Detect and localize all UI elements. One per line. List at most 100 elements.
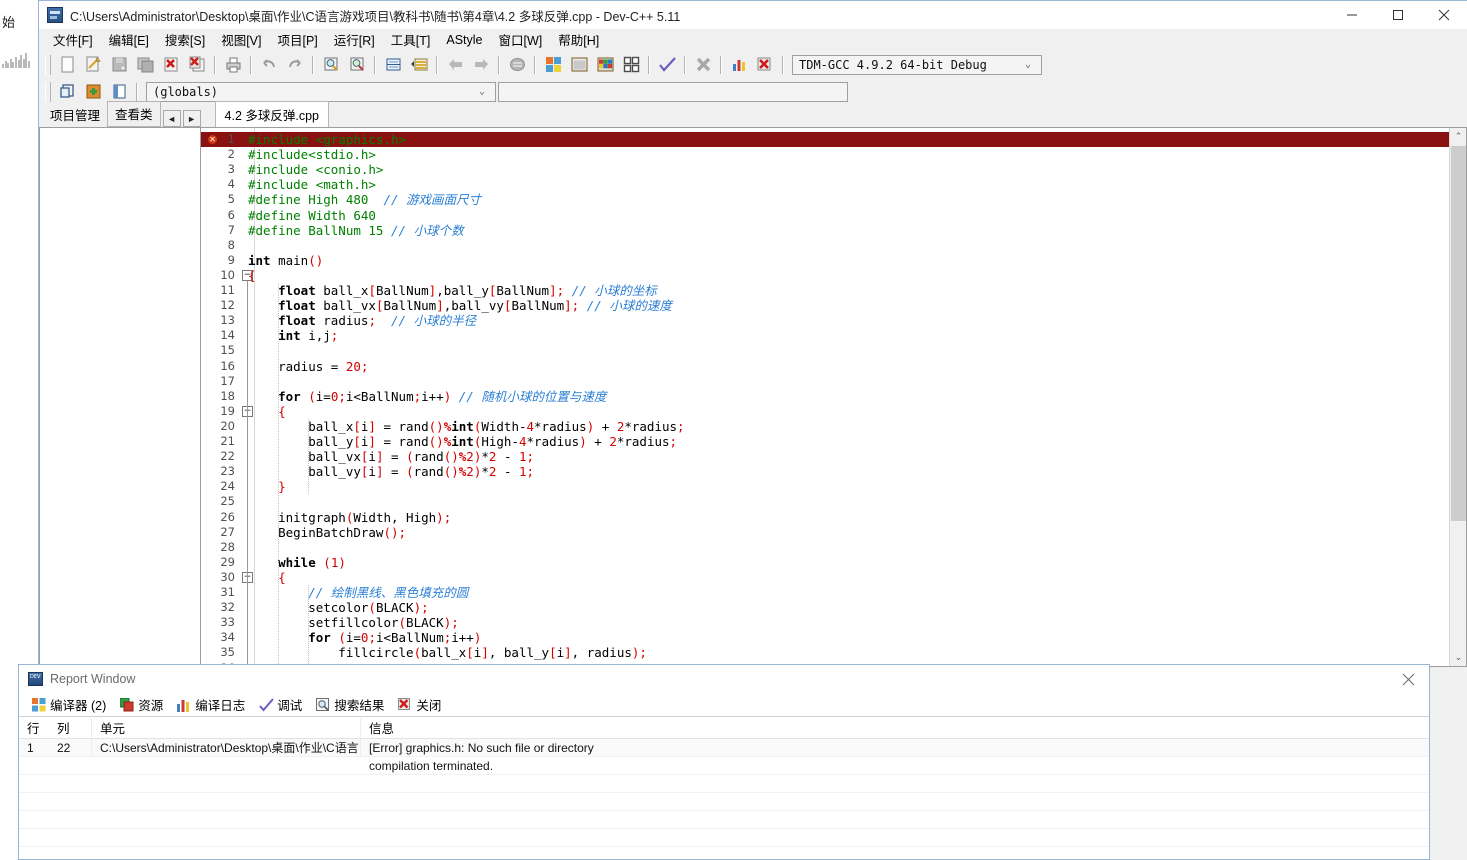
code-line[interactable]: 28 — [201, 540, 1449, 555]
toggle-bookmark-icon[interactable] — [505, 53, 529, 76]
editor-vertical-scrollbar[interactable]: ⌃ ⌄ — [1449, 128, 1466, 666]
code-line[interactable]: 32 setcolor(BLACK); — [201, 600, 1449, 615]
menu-item-6[interactable]: 工具[T] — [383, 28, 439, 51]
rebuild-icon[interactable] — [619, 53, 643, 76]
undo-icon[interactable] — [257, 53, 281, 76]
new-file-icon[interactable] — [55, 53, 79, 76]
report-tab-3[interactable]: 调试 — [252, 694, 309, 716]
find-replace-icon[interactable] — [345, 53, 369, 76]
minimize-button[interactable] — [1329, 1, 1375, 29]
code-line[interactable]: 20 ball_x[i] = rand()%int(Width-4*radius… — [201, 419, 1449, 434]
code-line[interactable]: 3 #include <conio.h> — [201, 162, 1449, 177]
code-line[interactable]: 16 radius = 20; — [201, 359, 1449, 374]
find-icon[interactable] — [319, 53, 343, 76]
open-file-icon[interactable] — [81, 53, 105, 76]
goto-function-icon[interactable] — [407, 53, 431, 76]
close-button[interactable] — [1421, 1, 1467, 29]
scope-select[interactable]: (globals) ⌄ — [146, 81, 496, 102]
menu-item-8[interactable]: 窗口[W] — [491, 28, 551, 51]
report-tab-5[interactable]: 关闭 — [391, 694, 448, 716]
report-tab-0[interactable]: 编译器 (2) — [25, 694, 113, 716]
code-line[interactable]: 25 — [201, 494, 1449, 509]
menu-item-3[interactable]: 视图[V] — [213, 28, 269, 51]
report-table-row[interactable]: 1 22 C:\Users\Administrator\Desktop\桌面\作业\… — [19, 739, 1429, 757]
code-line[interactable]: 21 ball_y[i] = rand()%int(High-4*radius)… — [201, 434, 1449, 449]
debug-icon[interactable] — [753, 53, 777, 76]
tab-class-browser[interactable]: 查看类 — [107, 101, 161, 127]
forward-icon[interactable] — [469, 53, 493, 76]
code-line[interactable]: 26 initgraph(Width, High); — [201, 510, 1449, 525]
menu-item-0[interactable]: 文件[F] — [45, 28, 101, 51]
code-line[interactable]: 35 fillcircle(ball_x[i], ball_y[i], radi… — [201, 645, 1449, 660]
code-line[interactable]: 12 float ball_vx[BallNum],ball_vy[BallNu… — [201, 298, 1449, 313]
menu-item-1[interactable]: 编辑[E] — [101, 28, 157, 51]
save-file-icon[interactable] — [107, 53, 131, 76]
print-icon[interactable] — [221, 53, 245, 76]
goto-line-icon[interactable] — [381, 53, 405, 76]
code-line[interactable]: 24 } — [201, 479, 1449, 494]
editor-file-tab[interactable]: 4.2 多球反弹.cpp — [214, 101, 330, 127]
report-table-row-empty[interactable] — [19, 793, 1429, 811]
save-all-icon[interactable] — [133, 53, 157, 76]
error-marker-icon[interactable]: ✕ — [207, 134, 218, 145]
add-to-project-icon[interactable] — [81, 80, 105, 103]
code-line[interactable]: 9 int main() — [201, 253, 1449, 268]
code-line[interactable]: 33 setfillcolor(BLACK); — [201, 615, 1449, 630]
tab-next-button[interactable]: ► — [182, 110, 201, 127]
insert-snippet-icon[interactable] — [55, 80, 79, 103]
code-line[interactable]: 14 int i,j; — [201, 328, 1449, 343]
menu-item-2[interactable]: 搜索[S] — [157, 28, 213, 51]
code-line[interactable]: 22 ball_vx[i] = (rand()%2)*2 - 1; — [201, 449, 1449, 464]
menu-item-4[interactable]: 项目[P] — [269, 28, 325, 51]
toggle-panel-icon[interactable] — [107, 80, 131, 103]
report-tab-1[interactable]: 资源 — [113, 694, 170, 716]
redo-icon[interactable] — [283, 53, 307, 76]
report-table-row-empty[interactable] — [19, 847, 1429, 860]
code-line[interactable]: 13 float radius; // 小球的半径 — [201, 313, 1449, 328]
maximize-button[interactable] — [1375, 1, 1421, 29]
report-table-row-empty[interactable] — [19, 829, 1429, 847]
toolbar-grip[interactable] — [45, 54, 51, 75]
code-line[interactable]: 5 #define High 480 // 游戏画面尺寸 — [201, 192, 1449, 207]
report-tab-2[interactable]: 编译日志 — [170, 694, 252, 716]
code-line[interactable]: 8 — [201, 238, 1449, 253]
code-line[interactable]: 10−{ — [201, 268, 1449, 283]
syntax-check-icon[interactable] — [655, 53, 679, 76]
profile-icon[interactable] — [727, 53, 751, 76]
code-line[interactable]: 27 BeginBatchDraw(); — [201, 525, 1449, 540]
code-line[interactable]: 4 #include <math.h> — [201, 177, 1449, 192]
code-line[interactable]: 29 while (1) — [201, 555, 1449, 570]
compile-run-icon[interactable] — [593, 53, 617, 76]
report-close-button[interactable] — [1393, 669, 1423, 689]
code-line[interactable]: 31 // 绘制黑线、黑色填充的圆 — [201, 585, 1449, 600]
menu-item-9[interactable]: 帮助[H] — [550, 28, 607, 51]
code-line[interactable]: 17 — [201, 374, 1449, 389]
report-table-row-empty[interactable] — [19, 811, 1429, 829]
code-line[interactable]: 30− { — [201, 570, 1449, 585]
stop-icon[interactable] — [691, 53, 715, 76]
code-line[interactable]: 6 #define Width 640 — [201, 208, 1449, 223]
code-line[interactable]: 23 ball_vy[i] = (rand()%2)*2 - 1; — [201, 464, 1449, 479]
scroll-down-icon[interactable]: ⌄ — [1450, 649, 1466, 666]
menu-item-7[interactable]: AStyle — [438, 31, 490, 49]
code-line[interactable]: 34 for (i=0;i<BallNum;i++) — [201, 630, 1449, 645]
report-table-row[interactable]: compilation terminated. — [19, 757, 1429, 775]
code-editor[interactable]: 1 ✕ #include <graphics.h> 2 #include<stdio.h… — [201, 127, 1467, 667]
project-manager-panel[interactable] — [39, 127, 201, 667]
code-line[interactable]: 11 float ball_x[BallNum],ball_y[BallNum]… — [201, 283, 1449, 298]
code-line[interactable]: 18 for (i=0;i<BallNum;i++) // 随机小球的位置与速度 — [201, 389, 1449, 404]
compile-icon[interactable] — [541, 53, 565, 76]
editor-code-area[interactable]: 1 ✕ #include <graphics.h> 2 #include<stdio.h… — [201, 128, 1466, 666]
tab-project-manager[interactable]: 项目管理 — [43, 103, 107, 127]
compiler-select[interactable]: TDM-GCC 4.9.2 64-bit Debug ⌄ — [792, 54, 1042, 75]
code-line[interactable]: 2 #include<stdio.h> — [201, 147, 1449, 162]
code-line[interactable]: 19− { — [201, 404, 1449, 419]
toolbar-grip-2[interactable] — [45, 81, 51, 102]
tab-prev-button[interactable]: ◄ — [162, 110, 181, 127]
code-line[interactable]: 7 #define BallNum 15 // 小球个数 — [201, 223, 1449, 238]
scrollbar-thumb[interactable] — [1451, 146, 1466, 521]
scroll-up-icon[interactable]: ⌃ — [1450, 128, 1466, 145]
code-line[interactable]: 1 ✕ #include <graphics.h> — [201, 132, 1449, 148]
menu-item-5[interactable]: 运行[R] — [326, 28, 383, 51]
back-icon[interactable] — [443, 53, 467, 76]
